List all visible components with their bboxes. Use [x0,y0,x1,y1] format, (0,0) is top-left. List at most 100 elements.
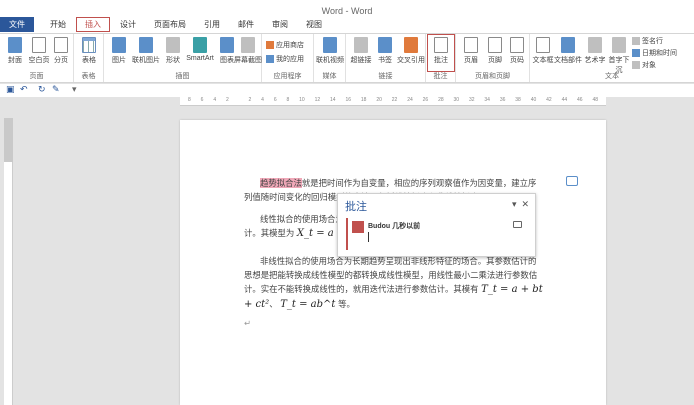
comment-entry[interactable]: Budou 几秒以前 [346,218,530,250]
comment-marker-icon[interactable] [566,176,578,186]
drop-cap-icon [612,37,626,53]
tab-review[interactable]: 审阅 [264,17,296,32]
horizontal-ruler[interactable]: 8 6 4 2 2 4 6 8 10 12 14 16 18 20 22 24 26 28 30 32 34 36 38 40… [180,97,606,106]
ruler-number: 2 [225,97,229,103]
paragraph-3[interactable]: 非线性拟合的使用场合为长期趋势呈现出非线形特征的场合。其参数估计的思想是把能转换… [244,254,544,312]
my-apps-icon [266,55,274,64]
group-label-text: 文本 [605,73,619,80]
shapes-button[interactable]: 形状 [160,36,186,70]
shapes-icon [166,37,180,53]
tab-insert[interactable]: 插入 [76,17,110,32]
picture-icon [112,37,126,53]
tab-home[interactable]: 开始 [42,17,74,32]
ruler-number: 36 [499,97,506,103]
smartart-button[interactable]: SmartArt [184,36,216,70]
quick-parts-icon [561,37,575,53]
drop-cap-button[interactable]: 首字下沉 [606,36,632,74]
ruler-number: 22 [391,97,398,103]
screenshot-button[interactable]: 屏幕截图 [234,36,262,70]
ruler-number: 38 [515,97,521,103]
paragraph-mark: ↵ [244,318,252,328]
title-bar: Word - Word 文件 开始 插入 设计 页面布局 引用 邮件 审阅 视图 [0,0,694,33]
customize-qat-icon[interactable]: ▾ [72,84,77,95]
group-header-footer: 页眉 页脚 页码 页眉和页脚 [456,34,530,82]
ruler-number: 44 [561,97,568,103]
chart-icon [220,37,234,53]
commented-text[interactable]: 趋势拟合法 [259,178,302,188]
comment-pane: 批注 ▾ ✕ Budou 几秒以前 [337,193,536,257]
page-number-button[interactable]: 页码 [504,36,530,70]
pictures-button[interactable]: 图片 [106,36,132,70]
redo-icon[interactable]: ↻ [38,84,46,95]
online-video-button[interactable]: 联机视频 [316,36,344,70]
page-break-button[interactable]: 分页 [48,36,74,70]
store-button[interactable]: 应用商店 [266,40,304,51]
bookmark-button[interactable]: 书签 [372,36,398,70]
reply-icon[interactable] [513,221,522,228]
cover-page-button[interactable]: 封面 [2,36,28,70]
calendar-icon [632,49,640,58]
online-picture-icon [139,37,153,53]
ruler-number: 2 [248,97,252,103]
save-icon[interactable]: ▣ [6,84,15,95]
ruler-number: 24 [407,97,413,103]
object-icon [632,61,640,70]
page-number-icon [510,37,524,53]
ruler-number: 42 [546,97,552,103]
group-comments: 批注 批注 [426,34,456,82]
wordart-icon [588,37,602,53]
group-label-pages: 页面 [29,73,44,80]
wordart-button[interactable]: 艺术字 [582,36,608,70]
ruler-number: 46 [577,97,583,103]
ruler-number: 30 [453,97,460,103]
table-button[interactable]: 表格 [76,36,102,70]
document-page[interactable]: 趋势拟合法就是把时间作为自变量，相应的序列观察值作为因变量，建立序列值随时间变化… [180,120,606,405]
comment-author: Budou 几秒以前 [368,223,421,230]
cross-reference-button[interactable]: 交叉引用 [396,36,426,70]
quick-parts-button[interactable]: 文档部件 [554,36,582,70]
comment-pane-controls[interactable]: ▾ ✕ [512,199,529,210]
object-button[interactable]: 对象 [632,60,656,71]
hyperlink-icon [354,37,368,53]
signature-line-button[interactable]: 签名行 [632,36,663,47]
ruler-number: 6 [273,97,277,103]
ruler-number: 14 [330,97,336,103]
tab-view[interactable]: 视图 [298,17,330,32]
group-label-comments: 批注 [433,73,448,80]
my-apps-button[interactable]: 我的应用 [266,54,304,65]
ruler-number: 32 [468,97,475,103]
tab-references[interactable]: 引用 [196,17,228,32]
undo-icon[interactable]: ↶ [20,84,28,95]
ruler-number: 8 [286,97,290,103]
page-break-icon [54,37,68,53]
group-illustrations: 图片 联机图片 形状 SmartArt 图表 屏幕截图 插图 [104,34,262,82]
formula-exponential: T_t = ab^t [280,299,336,310]
bookmark-icon [378,37,392,53]
ruler-number: 6 [200,97,204,103]
group-label-apps: 应用程序 [273,73,302,80]
comment-pane-title: 批注 [345,201,367,213]
avatar [352,221,364,233]
vertical-ruler[interactable] [4,118,13,405]
blank-page-icon [32,37,46,53]
hyperlink-button[interactable]: 超链接 [348,36,374,70]
group-label-header-footer: 页眉和页脚 [475,73,510,80]
group-tables: 表格 表格 [74,34,104,82]
ruler-number: 8 [188,97,191,103]
ruler-number: 4 [261,97,264,103]
tab-mailings[interactable]: 邮件 [230,17,262,32]
header-button[interactable]: 页眉 [458,36,484,70]
ruler-number: 34 [484,97,490,103]
text-box-button[interactable]: 文本框 [530,36,556,70]
ribbon-tabs: 文件 开始 插入 设计 页面布局 引用 邮件 审阅 视图 [0,17,694,32]
format-painter-icon[interactable]: ✎ [52,84,60,95]
tab-design[interactable]: 设计 [112,17,144,32]
tab-layout[interactable]: 页面布局 [146,17,194,32]
tab-file[interactable]: 文件 [0,17,34,32]
group-label-media: 媒体 [322,73,337,80]
footer-icon [488,37,502,53]
group-label-illustrations: 插图 [175,73,190,80]
date-time-button[interactable]: 日期和时间 [632,48,677,59]
online-pictures-button[interactable]: 联机图片 [132,36,160,70]
group-label-links: 链接 [378,73,393,80]
